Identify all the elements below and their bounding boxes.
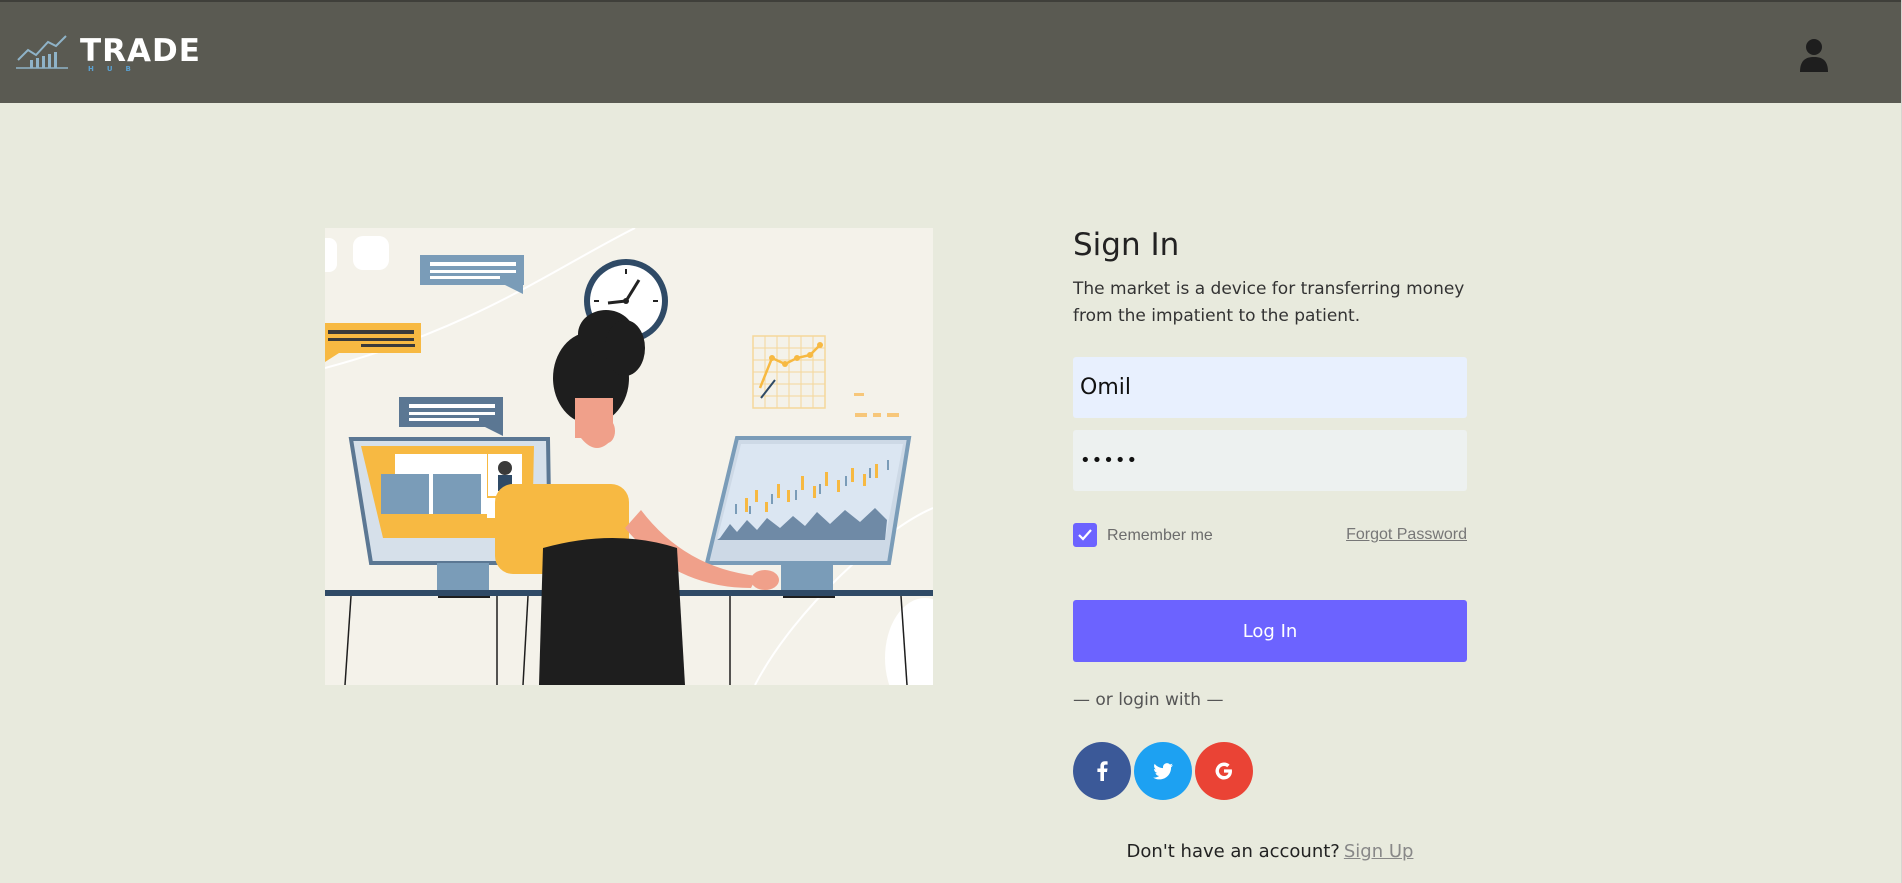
signin-title: Sign In [1073, 227, 1180, 263]
username-field[interactable] [1073, 357, 1467, 418]
google-login-button[interactable] [1195, 742, 1253, 800]
remember-row: Remember me Forgot Password [1073, 522, 1467, 548]
login-button[interactable]: Log In [1073, 600, 1467, 662]
top-navbar: TRADE HUB [0, 0, 1902, 103]
facebook-login-button[interactable] [1073, 742, 1131, 800]
speech-bubble [420, 255, 524, 294]
chart-logo-icon [16, 35, 68, 69]
office-chair [539, 538, 685, 685]
twitter-icon [1153, 762, 1173, 779]
twitter-login-button[interactable] [1134, 742, 1192, 800]
user-icon[interactable] [1798, 38, 1830, 72]
brand-logo[interactable]: TRADE HUB [16, 32, 236, 76]
logo-text: TRADE [80, 33, 201, 69]
remember-label: Remember me [1107, 527, 1213, 544]
wall-chart [752, 335, 899, 417]
signup-link[interactable]: Sign Up [1344, 841, 1414, 862]
facebook-icon [1097, 761, 1108, 781]
signup-prompt: Don't have an account? [1126, 841, 1340, 862]
check-icon [1078, 529, 1092, 541]
forgot-password-link[interactable]: Forgot Password [1346, 526, 1467, 544]
logo-subtext: HUB [88, 65, 144, 73]
page: TRADE HUB Sign In The market is a device… [0, 0, 1902, 883]
signin-panel: Sign In The market is a device for trans… [1073, 224, 1467, 862]
signin-subtitle: The market is a device for transferring … [1073, 279, 1465, 326]
signup-row: Don't have an account? Sign Up [1073, 841, 1467, 862]
trader-illustration [325, 228, 933, 685]
or-login-with-text: — or login with — [1073, 690, 1224, 710]
google-icon [1215, 762, 1232, 780]
password-field[interactable] [1073, 430, 1467, 491]
remember-checkbox[interactable] [1073, 523, 1097, 547]
